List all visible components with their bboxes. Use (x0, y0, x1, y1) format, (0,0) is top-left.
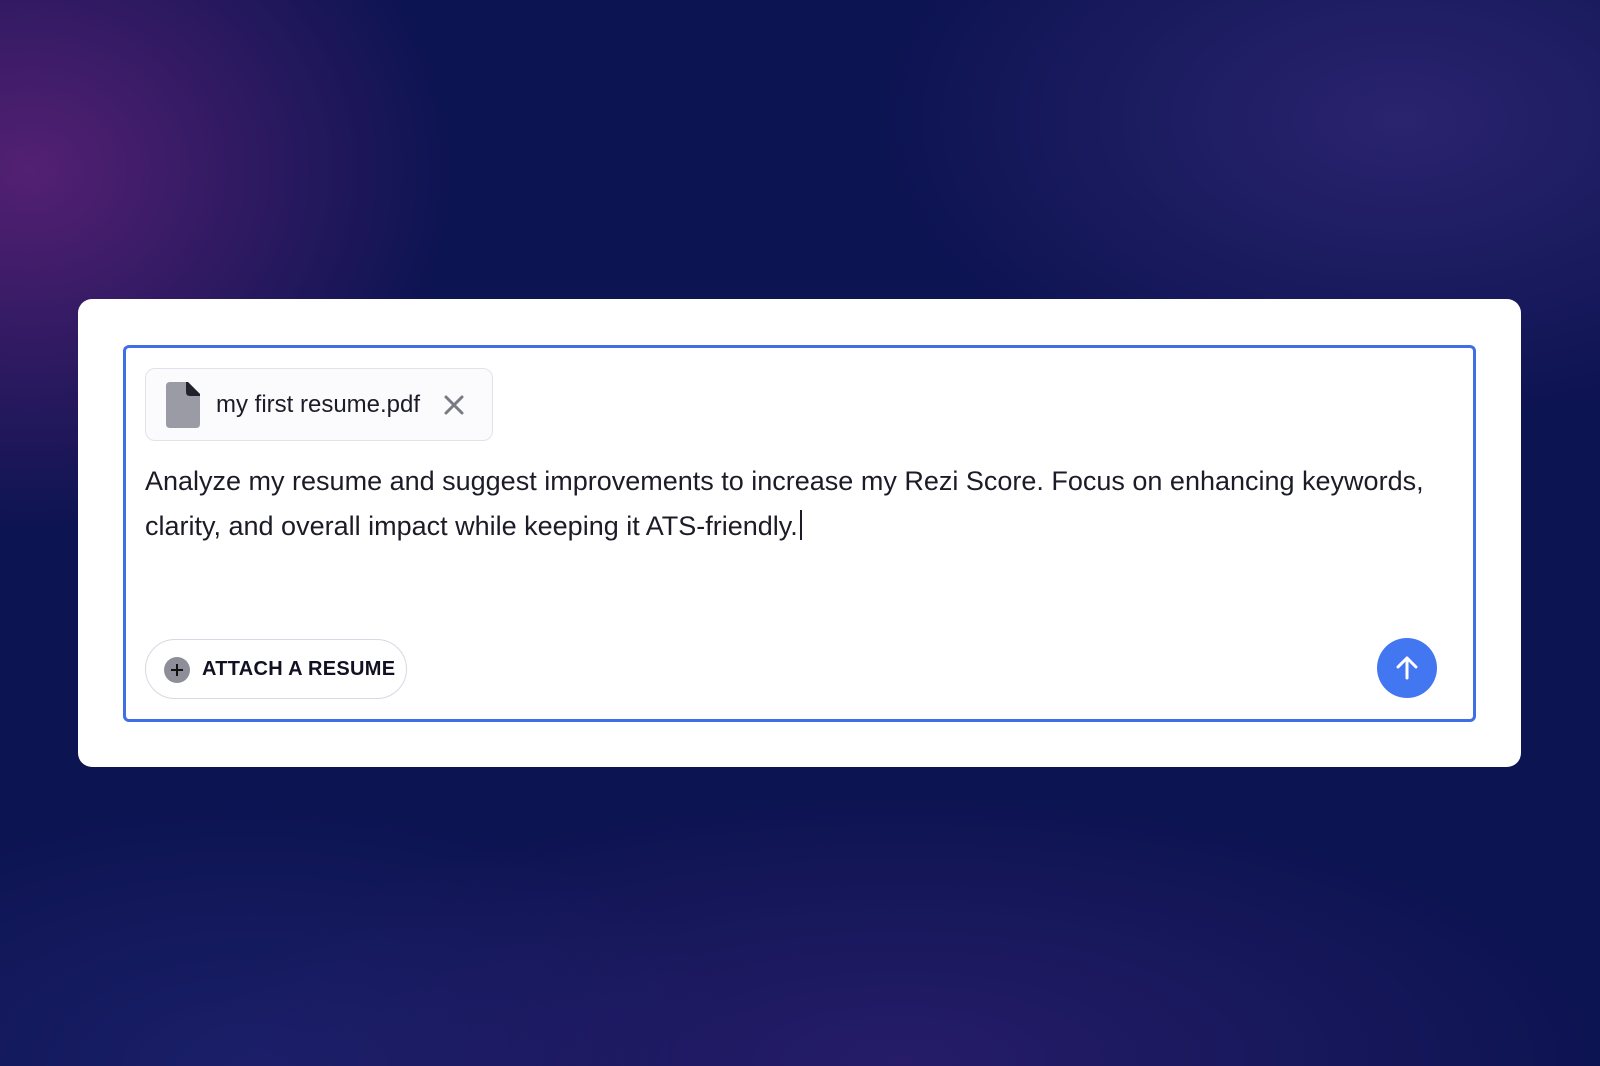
attach-resume-button[interactable]: ATTACH A RESUME (145, 639, 407, 699)
text-caret (799, 510, 802, 540)
prompt-card: my first resume.pdf Analyze my resume an… (78, 299, 1521, 767)
plus-icon (164, 657, 190, 683)
message-text: Analyze my resume and suggest improvemen… (145, 466, 1432, 541)
attach-resume-label: ATTACH A RESUME (202, 658, 396, 680)
page-background: { "composer": { "attachment": { "file_na… (0, 0, 1600, 1066)
prompt-composer[interactable]: my first resume.pdf Analyze my resume an… (123, 345, 1476, 722)
file-icon (166, 382, 202, 428)
message-input[interactable]: Analyze my resume and suggest improvemen… (145, 459, 1455, 619)
attachment-file-name: my first resume.pdf (216, 391, 421, 418)
send-button[interactable] (1377, 638, 1437, 698)
attachment-chip: my first resume.pdf (145, 368, 493, 441)
arrow-up-icon (1396, 656, 1418, 680)
close-icon[interactable] (442, 393, 466, 417)
